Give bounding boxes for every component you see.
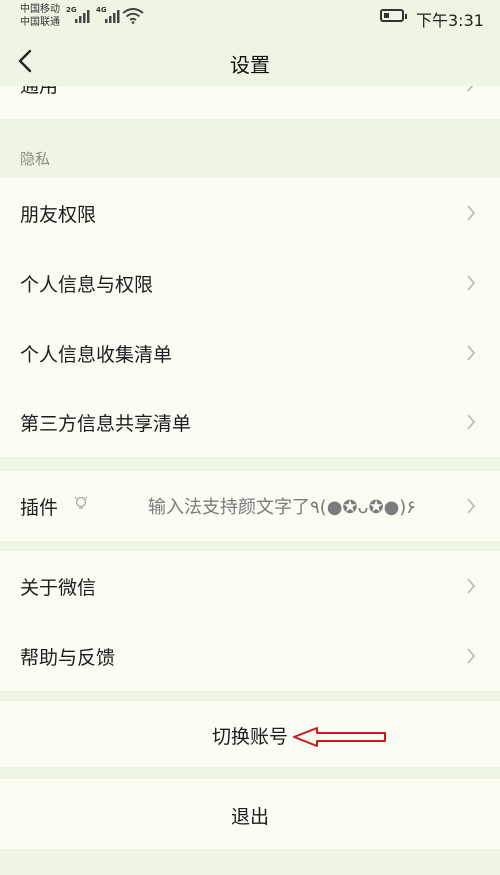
chevron-right-icon <box>467 498 476 514</box>
settings-item-label: 第三方信息共享清单 <box>20 413 192 435</box>
nav-bar: 设置 <box>0 36 500 86</box>
settings-item-label: 关于微信 <box>20 577 97 599</box>
wifi-icon <box>122 8 144 24</box>
carrier-1: 中国移动 <box>20 4 60 15</box>
chevron-right-icon <box>467 205 476 221</box>
privacy-card: 朋友权限 个人信息与权限 个人信息收集清单 第三方信息共享清单 <box>0 178 500 457</box>
lightbulb-icon <box>74 496 88 509</box>
settings-item-label: 个人信息与权限 <box>20 274 154 296</box>
annotation-arrow-icon <box>293 727 386 747</box>
switch-account-button[interactable]: 切换账号 <box>0 701 500 767</box>
page-title: 设置 <box>230 53 270 77</box>
settings-item-friend-permissions[interactable]: 朋友权限 <box>0 178 500 248</box>
chevron-right-icon <box>467 414 476 430</box>
switch-account-label: 切换账号 <box>211 726 288 748</box>
settings-item-personal-info-permissions[interactable]: 个人信息与权限 <box>0 248 500 318</box>
about-help-card: 关于微信 帮助与反馈 <box>0 551 500 691</box>
chevron-right-icon <box>467 578 476 594</box>
chevron-right-icon <box>467 86 474 92</box>
chevron-right-icon <box>467 345 476 361</box>
chevron-right-icon <box>467 648 476 664</box>
settings-item-third-party-sharing[interactable]: 第三方信息共享清单 <box>0 387 500 457</box>
signal-icon <box>105 10 120 23</box>
settings-item-label: 通用 <box>20 86 59 97</box>
carrier-info: 中国移动 中国联通 <box>20 3 60 29</box>
settings-item-label: 帮助与反馈 <box>20 647 116 669</box>
settings-item-help-feedback[interactable]: 帮助与反馈 <box>0 621 500 691</box>
settings-item-label: 朋友权限 <box>20 204 97 226</box>
settings-item-label: 插件 <box>20 497 59 519</box>
settings-item-general[interactable]: 通用 <box>0 86 500 119</box>
logout-label: 退出 <box>230 806 269 828</box>
plugins-card: 插件 输入法支持颜文字了٩(●✪ᴗ✪●)۶ <box>0 471 500 541</box>
general-card: 通用 <box>0 86 500 119</box>
settings-item-personal-info-collection[interactable]: 个人信息收集清单 <box>0 318 500 388</box>
settings-item-plugins[interactable]: 插件 输入法支持颜文字了٩(●✪ᴗ✪●)۶ <box>0 471 500 541</box>
carrier-2: 中国联通 <box>20 17 60 28</box>
settings-item-about[interactable]: 关于微信 <box>0 551 500 621</box>
clock: 下午3:31 <box>416 11 484 30</box>
settings-item-label: 个人信息收集清单 <box>20 344 173 366</box>
signal-icon <box>75 10 90 23</box>
battery-icon <box>380 9 407 22</box>
chevron-right-icon <box>467 275 476 291</box>
logout-button[interactable]: 退出 <box>0 779 500 849</box>
plugin-tip-text: 输入法支持颜文字了٩(●✪ᴗ✪●)۶ <box>148 497 416 518</box>
status-bar: 中国移动 中国联通 2G 4G 下午3:31 <box>0 0 500 36</box>
section-header-privacy: 隐私 <box>20 150 51 168</box>
